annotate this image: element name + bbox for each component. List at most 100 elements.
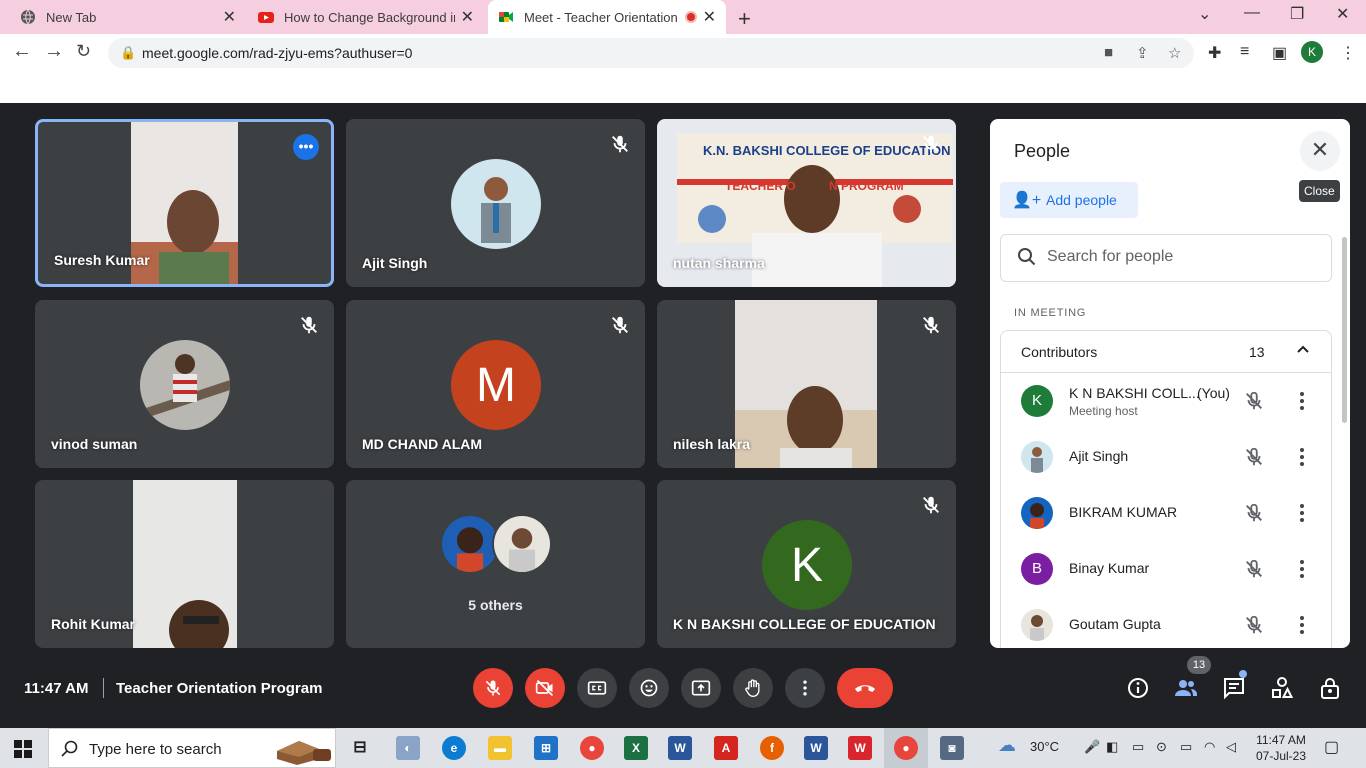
person-name: Binay Kumar <box>1069 560 1150 576</box>
tab-close-icon[interactable]: ✕ <box>461 7 474 27</box>
leave-call-button[interactable] <box>837 668 893 708</box>
reload-button[interactable]: ↻ <box>76 41 91 62</box>
extensions-icon[interactable]: ✚ <box>1208 43 1221 63</box>
word-icon[interactable]: W <box>804 736 828 760</box>
tab-close-icon[interactable]: ✕ <box>223 7 236 27</box>
windows-start-icon[interactable] <box>14 740 32 758</box>
wps-office-icon[interactable]: W <box>848 736 872 760</box>
people-panel: People ✕ 👤+ Add people IN MEETING Contri… <box>990 119 1350 648</box>
participant-tile[interactable]: ••• Suresh Kumar <box>35 119 334 287</box>
camera-blocked-icon[interactable]: ■ <box>1104 44 1113 61</box>
tab-new-tab[interactable]: New Tab ✕ <box>10 0 246 34</box>
list-item[interactable]: Ajit Singh <box>1001 429 1331 485</box>
forward-button[interactable]: → <box>44 40 64 63</box>
wifi-icon[interactable]: ◠ <box>1204 739 1215 755</box>
activities-icon[interactable] <box>1270 676 1294 700</box>
file-explorer-icon[interactable]: ▬ <box>488 736 512 760</box>
host-controls-icon[interactable] <box>1318 676 1342 700</box>
person-role: Meeting host <box>1069 404 1138 418</box>
reactions-button[interactable] <box>629 668 669 708</box>
participant-tile[interactable]: 5 others <box>346 480 645 648</box>
captions-button[interactable] <box>577 668 617 708</box>
weather-cloud-icon[interactable]: ☁ <box>998 735 1016 756</box>
volume-icon[interactable]: ◁ <box>1226 739 1236 755</box>
more-vert-icon[interactable] <box>1297 614 1307 636</box>
list-item[interactable]: BIKRAM KUMAR <box>1001 485 1331 541</box>
mic-off-icon[interactable] <box>1243 446 1265 468</box>
participant-tile[interactable]: nilesh lakra <box>657 300 956 468</box>
mic-off-icon[interactable] <box>1243 558 1265 580</box>
tab-meet[interactable]: Meet - Teacher Orientation P ✕ <box>488 0 726 34</box>
participant-tile[interactable]: Ajit Singh <box>346 119 645 287</box>
search-people-field[interactable] <box>1000 234 1332 282</box>
close-window-button[interactable]: ✕ <box>1336 4 1349 24</box>
present-screen-button[interactable] <box>681 668 721 708</box>
chrome-menu-icon[interactable]: ⋮ <box>1340 43 1356 63</box>
participant-tile[interactable]: M MD CHAND ALAM <box>346 300 645 468</box>
task-view-icon[interactable]: ⊟ <box>348 736 372 760</box>
webcam-tray-icon[interactable]: ⊙ <box>1156 739 1167 755</box>
restore-button[interactable]: ❐ <box>1290 4 1304 24</box>
profile-avatar[interactable]: K <box>1301 41 1323 63</box>
list-item[interactable]: B Binay Kumar <box>1001 541 1331 597</box>
tab-search-chevron-icon[interactable]: ⌄ <box>1198 4 1211 24</box>
participant-tile[interactable]: Rohit Kumar <box>35 480 334 648</box>
app-tray-icon[interactable]: ◧ <box>1106 739 1118 755</box>
minimize-button[interactable]: — <box>1244 4 1260 22</box>
firefox-icon[interactable]: f <box>760 736 784 760</box>
acrobat-icon[interactable]: A <box>714 736 738 760</box>
media-control-icon[interactable]: ≡ <box>1240 43 1249 61</box>
meeting-details-icon[interactable] <box>1126 676 1150 700</box>
chat-icon[interactable] <box>1222 676 1246 700</box>
close-panel-button[interactable]: ✕ <box>1300 131 1340 171</box>
battery-icon[interactable]: ▭ <box>1180 739 1192 755</box>
display-tray-icon[interactable]: ▭ <box>1132 739 1144 755</box>
address-bar[interactable]: 🔒 meet.google.com/rad-zjyu-ems?authuser=… <box>108 38 1194 68</box>
microsoft-store-icon[interactable]: ⊞ <box>534 736 558 760</box>
word-doc-icon[interactable]: W <box>668 736 692 760</box>
mic-toggle-button[interactable] <box>473 668 513 708</box>
chrome-active-icon[interactable]: ● <box>894 736 918 760</box>
more-vert-icon[interactable] <box>1297 502 1307 524</box>
chrome-app-icon[interactable]: ● <box>580 736 604 760</box>
taskbar-clock[interactable]: 11:47 AM 07-Jul-23 <box>1250 732 1312 764</box>
participant-tile[interactable]: vinod suman <box>35 300 334 468</box>
side-panel-icon[interactable]: ▣ <box>1272 43 1287 63</box>
photos-app-icon[interactable]: ◐ <box>396 736 420 760</box>
list-item[interactable]: Goutam Gupta <box>1001 597 1331 648</box>
excel-icon[interactable]: X <box>624 736 648 760</box>
participant-tile[interactable]: K K N BAKSHI COLLEGE OF EDUCATION <box>657 480 956 648</box>
back-button[interactable]: ← <box>12 40 32 63</box>
taskbar-search-box[interactable]: Type here to search <box>48 728 336 768</box>
add-people-button[interactable]: 👤+ Add people <box>1000 182 1138 218</box>
notification-icon[interactable]: ▢ <box>1324 737 1339 757</box>
lock-icon[interactable]: 🔒 <box>120 45 136 61</box>
edge-browser-icon[interactable]: e <box>442 736 466 760</box>
people-icon[interactable] <box>1174 676 1198 700</box>
microphone-tray-icon[interactable]: 🎤 <box>1084 739 1100 755</box>
share-icon[interactable]: ⇪ <box>1136 44 1149 62</box>
panel-scrollbar[interactable] <box>1342 237 1347 423</box>
more-options-icon[interactable]: ••• <box>293 134 319 160</box>
chevron-up-icon[interactable] <box>1295 341 1311 357</box>
camera-toggle-button[interactable] <box>525 668 565 708</box>
mic-off-icon[interactable] <box>1243 614 1265 636</box>
bookmark-star-icon[interactable]: ☆ <box>1168 44 1181 62</box>
search-people-input[interactable] <box>1047 248 1317 266</box>
emoji-icon <box>640 679 658 697</box>
more-vert-icon[interactable] <box>1297 558 1307 580</box>
mic-off-icon[interactable] <box>1243 502 1265 524</box>
more-vert-icon[interactable] <box>1297 446 1307 468</box>
more-options-button[interactable] <box>785 668 825 708</box>
raise-hand-button[interactable] <box>733 668 773 708</box>
mic-off-icon <box>485 680 501 696</box>
participant-tile[interactable]: K.N. BAKSHI COLLEGE OF EDUCATION TEACHER… <box>657 119 956 287</box>
camera-app-icon[interactable]: ◙ <box>940 736 964 760</box>
contributors-header[interactable]: Contributors 13 <box>1001 331 1331 373</box>
new-tab-button[interactable]: + <box>738 6 751 32</box>
more-vert-icon[interactable] <box>1297 390 1307 412</box>
tab-close-icon[interactable]: ✕ <box>703 7 716 27</box>
list-item[interactable]: K K N BAKSHI COLL... (You) Meeting host <box>1001 373 1331 429</box>
mic-off-icon[interactable] <box>1243 390 1265 412</box>
tab-youtube[interactable]: How to Change Background in G ✕ <box>248 0 484 34</box>
